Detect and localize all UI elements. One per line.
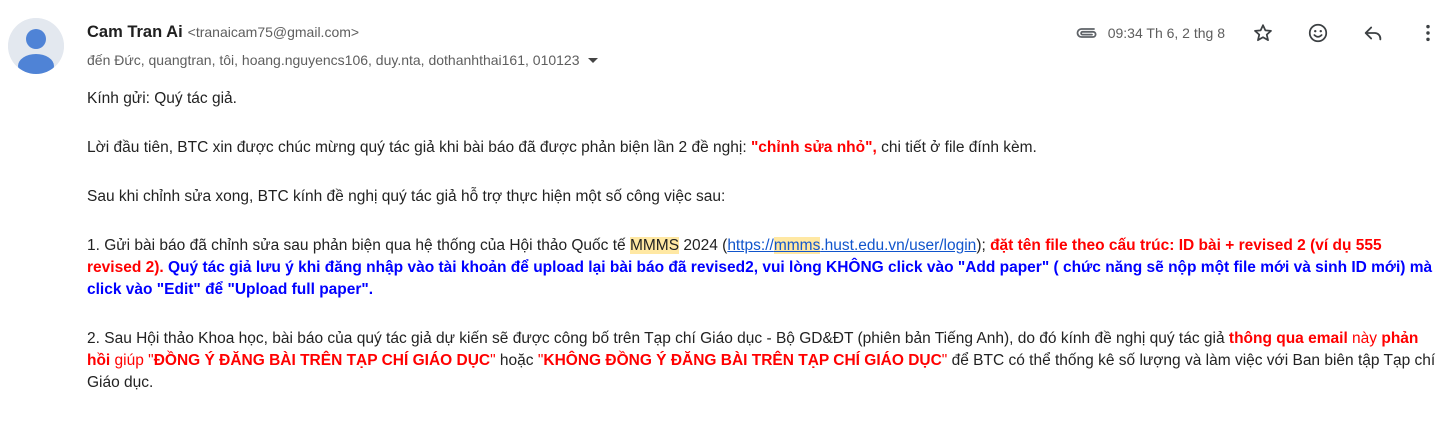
p4-text-b: thông qua email	[1228, 330, 1348, 347]
more-vert-icon	[1426, 24, 1430, 42]
p4-text-e: giúp	[110, 352, 149, 369]
sender-name[interactable]: Cam Tran Ai	[87, 23, 183, 42]
p1-text-emphasis: "chỉnh sửa nhỏ",	[750, 139, 877, 156]
message-body: Kính gửi: Quý tác giả. Lời đầu tiên, BTC…	[87, 88, 1437, 421]
star-button[interactable]	[1251, 21, 1275, 45]
link-part-2: mmms	[773, 237, 821, 254]
submission-link[interactable]: https://mmms.hust.edu.vn/user/login	[727, 237, 976, 254]
recipients-list: đến Đức, quangtran, tôi, hoang.nguyencs1…	[87, 52, 580, 68]
p4-text-i: hoặc	[495, 352, 538, 369]
show-details-chevron-down-icon[interactable]	[587, 57, 598, 63]
p3-text-c: );	[976, 237, 991, 254]
avatar-icon	[8, 18, 64, 74]
greeting: Kính gửi: Quý tác giả.	[87, 90, 237, 107]
link-part-1: https://	[727, 237, 774, 254]
paragraph-task-2: 2. Sau Hội thảo Khoa học, bài báo của qu…	[87, 328, 1437, 394]
message-meta: 09:34 Th 6, 2 thg 8	[1074, 20, 1440, 46]
p1-text-c: chi tiết ở file đính kèm.	[876, 139, 1037, 156]
sender-email: <tranaicam75@gmail.com>	[187, 24, 360, 40]
p1-text-a: Lời đầu tiên, BTC xin được chúc mừng quý…	[87, 139, 751, 156]
paragraph-intro-tasks: Sau khi chỉnh sửa xong, BTC kính đề nghị…	[87, 188, 726, 205]
p4-agree-option: ĐỒNG Ý ĐĂNG BÀI TRÊN TẠP CHÍ GIÁO DỤC	[153, 352, 491, 369]
avatar[interactable]	[8, 18, 64, 74]
timestamp: 09:34 Th 6, 2 thg 8	[1107, 25, 1225, 41]
attachment-icon	[1076, 28, 1097, 38]
reply-icon	[1364, 26, 1382, 41]
paragraph-congratulations: Lời đầu tiên, BTC xin được chúc mừng quý…	[87, 137, 1437, 159]
p3-text-b: 2024 (	[679, 237, 728, 254]
p4-text-c: này	[1347, 330, 1382, 347]
p3-upload-note: Quý tác giả lưu ý khi đăng nhập vào tài …	[87, 259, 1433, 298]
p4-disagree-option: KHÔNG ĐỒNG Ý ĐĂNG BÀI TRÊN TẠP CHÍ GIÁO …	[543, 352, 942, 369]
p3-mmms: MMMS	[629, 237, 680, 254]
reply-button[interactable]	[1361, 21, 1385, 45]
more-options-button[interactable]	[1416, 21, 1440, 45]
add-reaction-button[interactable]	[1306, 21, 1330, 45]
emoji-icon	[1308, 23, 1328, 43]
recipients-row: đến Đức, quangtran, tôi, hoang.nguyencs1…	[87, 52, 1427, 68]
p3-text-a: 1. Gửi bài báo đã chỉnh sửa sau phản biệ…	[87, 237, 630, 254]
p4-text-a: 2. Sau Hội thảo Khoa học, bài báo của qu…	[87, 330, 1229, 347]
link-part-3: .hust.edu.vn/user/login	[820, 237, 977, 254]
paragraph-task-1: 1. Gửi bài báo đã chỉnh sửa sau phản biệ…	[87, 235, 1437, 301]
star-icon	[1254, 24, 1272, 42]
